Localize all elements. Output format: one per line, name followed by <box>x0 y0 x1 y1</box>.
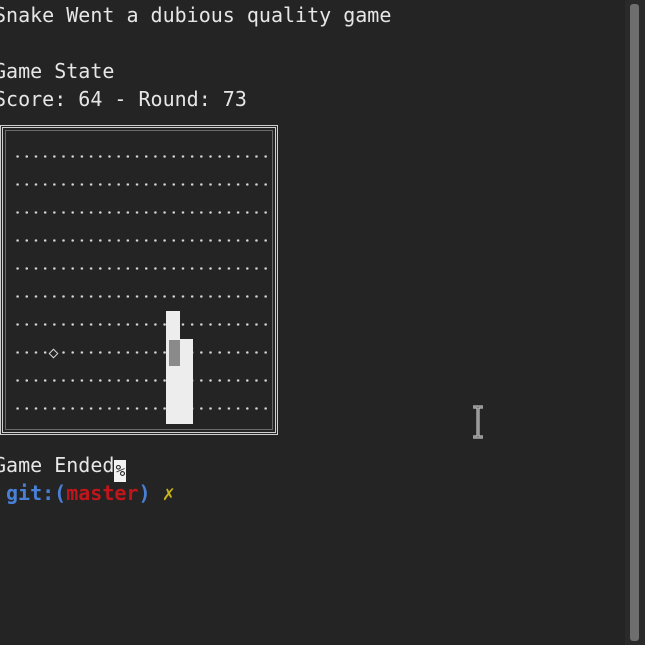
game-title-line: Snake Went a dubious quality game <box>0 3 392 27</box>
grid-row <box>13 239 271 242</box>
snake-head <box>169 340 180 366</box>
score-round-line: Score: 64 - Round: 73 <box>0 87 247 111</box>
grid-row <box>13 211 271 214</box>
snake-body-left <box>166 311 180 424</box>
git-prefix: git:( <box>6 481 67 505</box>
game-board <box>0 125 278 435</box>
game-ended-text: Game Ended <box>0 453 115 477</box>
snake-body-right <box>180 339 193 424</box>
game-state-heading: Game State <box>0 59 115 83</box>
grid-row <box>13 267 271 270</box>
scrollbar[interactable] <box>625 0 645 645</box>
grid-row <box>13 407 271 410</box>
grid-row <box>13 323 271 326</box>
grid-row <box>13 295 271 298</box>
shell-prompt: git:(master) ✗ <box>6 480 175 506</box>
git-branch: master <box>66 481 139 505</box>
git-dirty-mark: ✗ <box>162 481 175 505</box>
game-ended-line: Game Ended% <box>0 452 127 482</box>
terminal-window[interactable]: Snake Went a dubious quality game Game S… <box>0 0 645 645</box>
text-cursor: % <box>114 460 127 482</box>
git-suffix: ) <box>138 481 151 505</box>
scrollbar-thumb[interactable] <box>630 4 639 641</box>
ibeam-cursor-icon <box>473 405 483 439</box>
grid-row <box>13 379 271 382</box>
grid-row <box>13 183 271 186</box>
grid-row <box>13 155 271 158</box>
